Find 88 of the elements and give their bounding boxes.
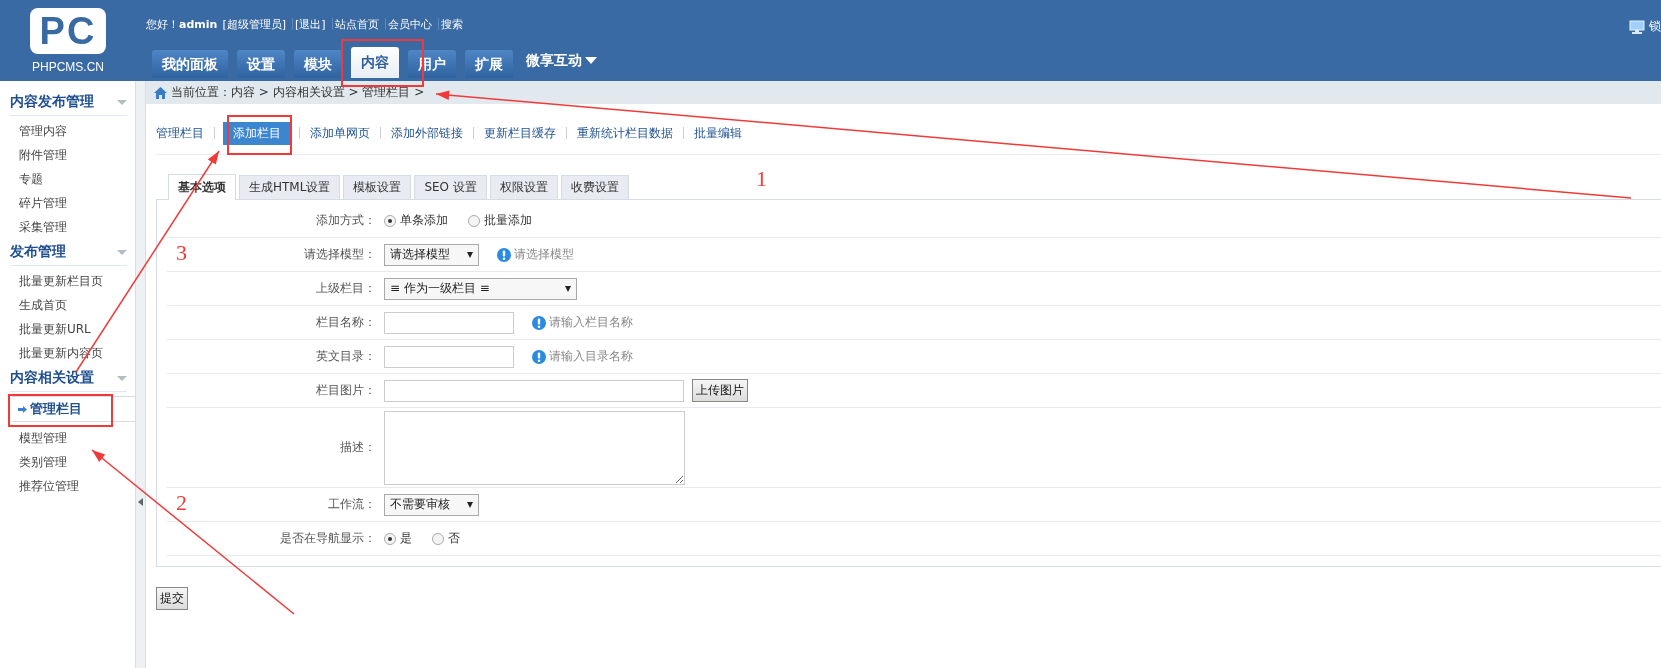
section-header[interactable]: 内容发布管理 <box>10 89 127 116</box>
top-link[interactable]: 搜索 <box>438 16 469 32</box>
nav-menu[interactable]: 微享互动 <box>522 45 601 76</box>
field-label: 英文目录： <box>316 349 376 363</box>
upload-button[interactable]: 上传图片 <box>692 379 748 402</box>
collapse-arrow-icon[interactable] <box>117 249 127 255</box>
collapse-icon <box>138 498 143 506</box>
logo-mark: PC <box>30 8 106 54</box>
dropdown-caret-icon <box>467 251 473 258</box>
section-header[interactable]: 发布管理 <box>10 239 127 266</box>
hint-text: 请输入栏目名称 <box>549 314 633 331</box>
text-input[interactable] <box>384 345 514 368</box>
collapse-bar[interactable] <box>136 81 146 668</box>
sidebar-item[interactable]: 碎片管理 <box>0 191 135 215</box>
form-tab[interactable]: SEO 设置 <box>414 175 487 199</box>
role-link[interactable]: [超级管理员] <box>220 16 292 32</box>
sidebar-item[interactable]: 模型管理 <box>0 426 135 450</box>
sidebar-item[interactable]: 批量更新栏目页 <box>0 269 135 293</box>
field-label: 添加方式： <box>316 213 376 227</box>
field-label: 工作流： <box>328 497 376 511</box>
subnav-link[interactable]: 更新栏目缓存 <box>474 122 566 144</box>
select-dropdown[interactable]: ≡ 作为一级栏目 ≡ <box>384 277 577 300</box>
arrow-icon <box>18 405 27 413</box>
nav-tab[interactable]: 模块 <box>294 50 342 78</box>
radio-option[interactable]: 单条添加 <box>384 212 448 229</box>
sidebar-item[interactable]: 生成首页 <box>0 293 135 317</box>
info-icon <box>497 247 511 262</box>
home-icon <box>154 86 167 99</box>
radio-option[interactable]: 否 <box>432 530 460 547</box>
field-label: 请选择模型： <box>304 247 376 261</box>
annotation-number: 2 <box>176 490 187 516</box>
select-dropdown[interactable]: 不需要审核 <box>384 493 479 516</box>
field-label: 栏目图片： <box>316 383 376 397</box>
sidebar-item[interactable]: 批量更新URL <box>0 317 135 341</box>
radio-option[interactable]: 批量添加 <box>468 212 532 229</box>
subnav-link[interactable]: 管理栏目 <box>156 122 214 144</box>
form-tab[interactable]: 生成HTML设置 <box>239 175 341 199</box>
nav-tab[interactable]: 扩展 <box>465 50 513 78</box>
lock-screen-link[interactable]: 锁 <box>1649 18 1661 35</box>
field-label: 栏目名称： <box>316 315 376 329</box>
text-input[interactable] <box>384 311 514 334</box>
collapse-arrow-icon[interactable] <box>117 99 127 105</box>
sidebar-item[interactable]: 类别管理 <box>0 450 135 474</box>
logo-text: PHPCMS.CN <box>32 60 104 74</box>
highlight-box <box>227 115 292 155</box>
subnav-link[interactable]: 重新统计栏目数据 <box>567 122 683 144</box>
description-textarea[interactable] <box>384 410 685 485</box>
top-link[interactable]: [退出] <box>292 16 332 32</box>
username: admin <box>179 17 218 31</box>
monitor-icon <box>1629 19 1645 34</box>
submit-button[interactable]: 提交 <box>156 587 188 610</box>
hint-text: 请选择模型 <box>514 246 574 263</box>
section-header[interactable]: 内容相关设置 <box>10 365 127 392</box>
subnav-link[interactable]: 添加单网页 <box>300 122 380 144</box>
info-icon <box>532 315 546 330</box>
sidebar-item[interactable]: 附件管理 <box>0 143 135 167</box>
nav-tab[interactable]: 设置 <box>237 50 285 78</box>
field-label: 描述： <box>340 440 376 454</box>
top-link[interactable]: 站点首页 <box>332 16 385 32</box>
field-label: 是否在导航显示： <box>280 531 376 545</box>
field-label: 上级栏目： <box>316 281 376 295</box>
subnav-link[interactable]: 添加栏目 <box>223 121 291 145</box>
nav-tab[interactable]: 内容 <box>351 47 399 78</box>
nav-tab[interactable]: 我的面板 <box>152 50 228 78</box>
form-tab[interactable]: 权限设置 <box>489 175 558 199</box>
annotation-number: 3 <box>176 240 187 266</box>
sidebar-item[interactable]: 推荐位管理 <box>0 474 135 498</box>
top-link[interactable]: 会员中心 <box>385 16 438 32</box>
annotation-number: 1 <box>756 166 767 192</box>
dropdown-caret-icon <box>565 285 571 292</box>
form-tab[interactable]: 收费设置 <box>560 175 629 199</box>
radio-option[interactable]: 是 <box>384 530 412 547</box>
info-icon <box>532 349 546 364</box>
subnav-link[interactable]: 批量编辑 <box>684 122 752 144</box>
sidebar-item[interactable]: 管理内容 <box>0 119 135 143</box>
greeting-text: 您好！ <box>146 16 179 32</box>
sidebar-item[interactable]: 专题 <box>0 167 135 191</box>
image-path-input[interactable] <box>384 379 684 402</box>
breadcrumb-text: 当前位置：内容 > 内容相关设置 > 管理栏目 > <box>171 84 425 101</box>
sidebar-item[interactable]: 管理栏目 <box>12 396 135 422</box>
sidebar-item[interactable]: 采集管理 <box>0 215 135 239</box>
dropdown-caret-icon <box>467 501 473 508</box>
caret-icon <box>585 57 597 64</box>
subnav-link[interactable]: 添加外部链接 <box>381 122 473 144</box>
select-dropdown[interactable]: 请选择模型 <box>384 243 479 266</box>
collapse-arrow-icon[interactable] <box>117 375 127 381</box>
form-tab[interactable]: 模板设置 <box>343 175 412 199</box>
hint-text: 请输入目录名称 <box>549 348 633 365</box>
